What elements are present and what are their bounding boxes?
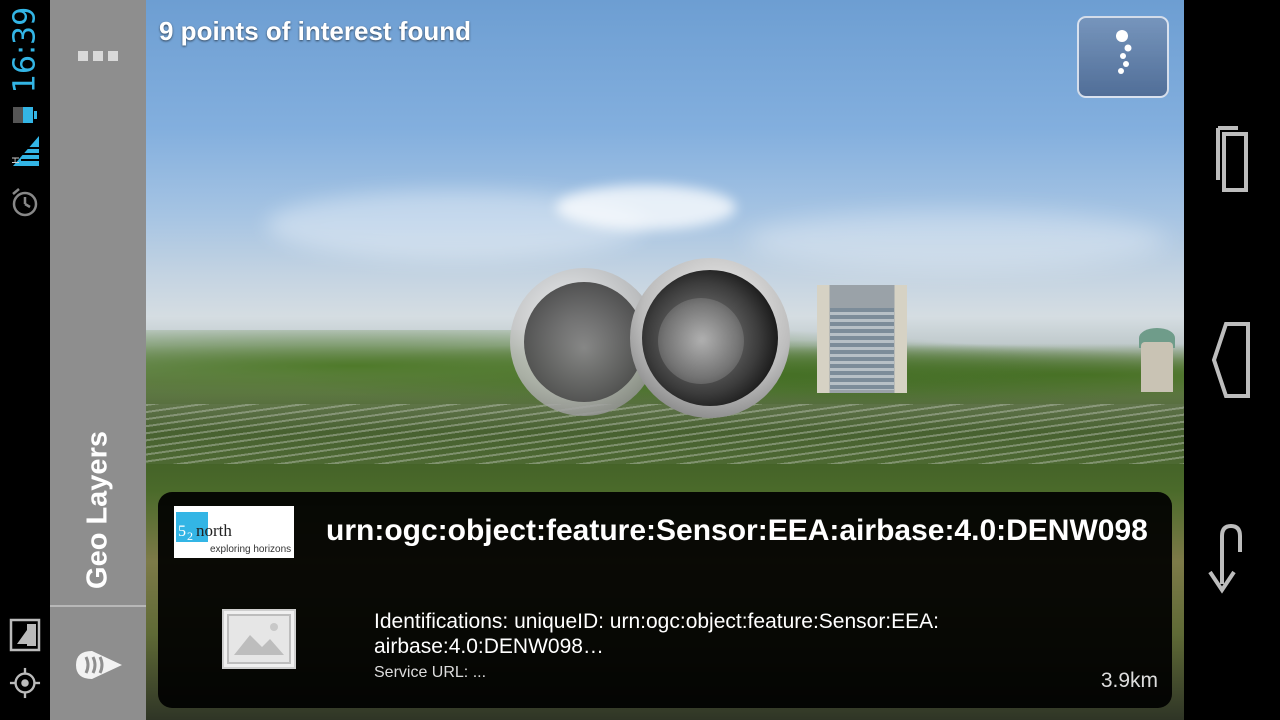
image-placeholder-icon [222, 609, 296, 669]
home-button[interactable] [1204, 318, 1260, 402]
poi-title: urn:ogc:object:feature:Sensor:EEA:airbas… [326, 514, 1148, 547]
clock: 16:39 [7, 6, 43, 94]
tower [1141, 342, 1173, 392]
52north-logo: 5 2 north exploring horizons [174, 506, 294, 558]
building-windows [830, 308, 894, 390]
svg-text:H: H [11, 156, 22, 164]
foreground-roof [146, 404, 1184, 464]
battery-icon [13, 107, 37, 123]
alarm-icon [12, 188, 38, 217]
poi-service-url: Service URL: ... [374, 664, 487, 681]
poi-count-label: 9 points of interest found [159, 16, 471, 46]
overflow-menu-icon[interactable] [78, 49, 118, 63]
gps-icon [9, 667, 41, 699]
recent-apps-button[interactable] [1204, 118, 1260, 198]
svg-text:2: 2 [187, 529, 193, 543]
binocular-right-reflection [658, 298, 744, 384]
radar-dots-icon [1116, 30, 1132, 74]
signal-h-icon: H [11, 136, 39, 166]
radar-button[interactable] [1077, 16, 1169, 98]
radar-icon[interactable] [70, 645, 126, 685]
navigation-bar [1184, 0, 1280, 720]
cloud [556, 185, 736, 230]
rotate-lock-icon[interactable] [9, 618, 41, 652]
camera-view[interactable]: 9 points of interest found 5 2 north exp… [146, 0, 1184, 720]
svg-text:exploring horizons: exploring horizons [210, 544, 291, 555]
side-panel: Geo Layers [50, 0, 146, 720]
back-button[interactable] [1204, 522, 1260, 598]
status-bar: 16:39 H [0, 0, 50, 720]
poi-info-card[interactable]: 5 2 north exploring horizons urn:ogc:obj… [158, 492, 1172, 708]
poi-description: Identifications: uniqueID: urn:ogc:objec… [374, 610, 940, 658]
svg-text:north: north [196, 521, 232, 540]
panel-divider [50, 605, 146, 607]
binocular-left-glass [524, 282, 644, 402]
cloud [746, 210, 1166, 270]
svg-text:5: 5 [178, 523, 186, 540]
poi-distance: 3.9km [1100, 669, 1158, 692]
geo-layers-button[interactable]: Geo Layers [82, 431, 115, 589]
